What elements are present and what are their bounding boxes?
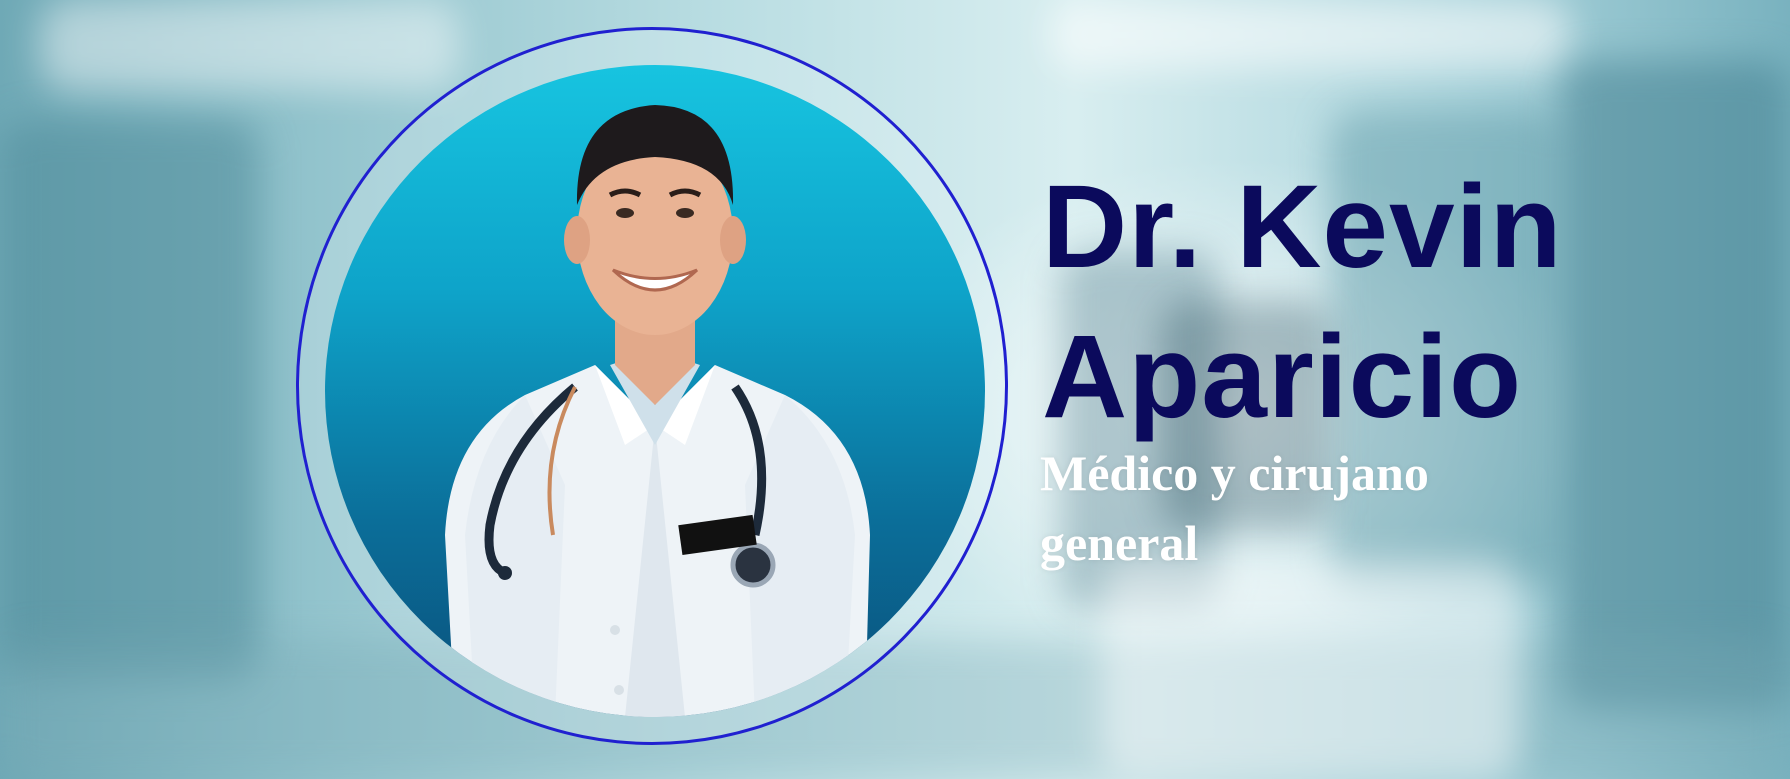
doctor-portrait-photo <box>325 65 985 717</box>
doctor-specialty-line-1: Médico y cirujano <box>1040 445 1429 501</box>
doctor-name-line-2: Aparicio <box>1042 311 1523 443</box>
doctor-name-line-1: Dr. Kevin <box>1042 161 1563 293</box>
doctor-specialty-line-2: general <box>1040 515 1199 571</box>
